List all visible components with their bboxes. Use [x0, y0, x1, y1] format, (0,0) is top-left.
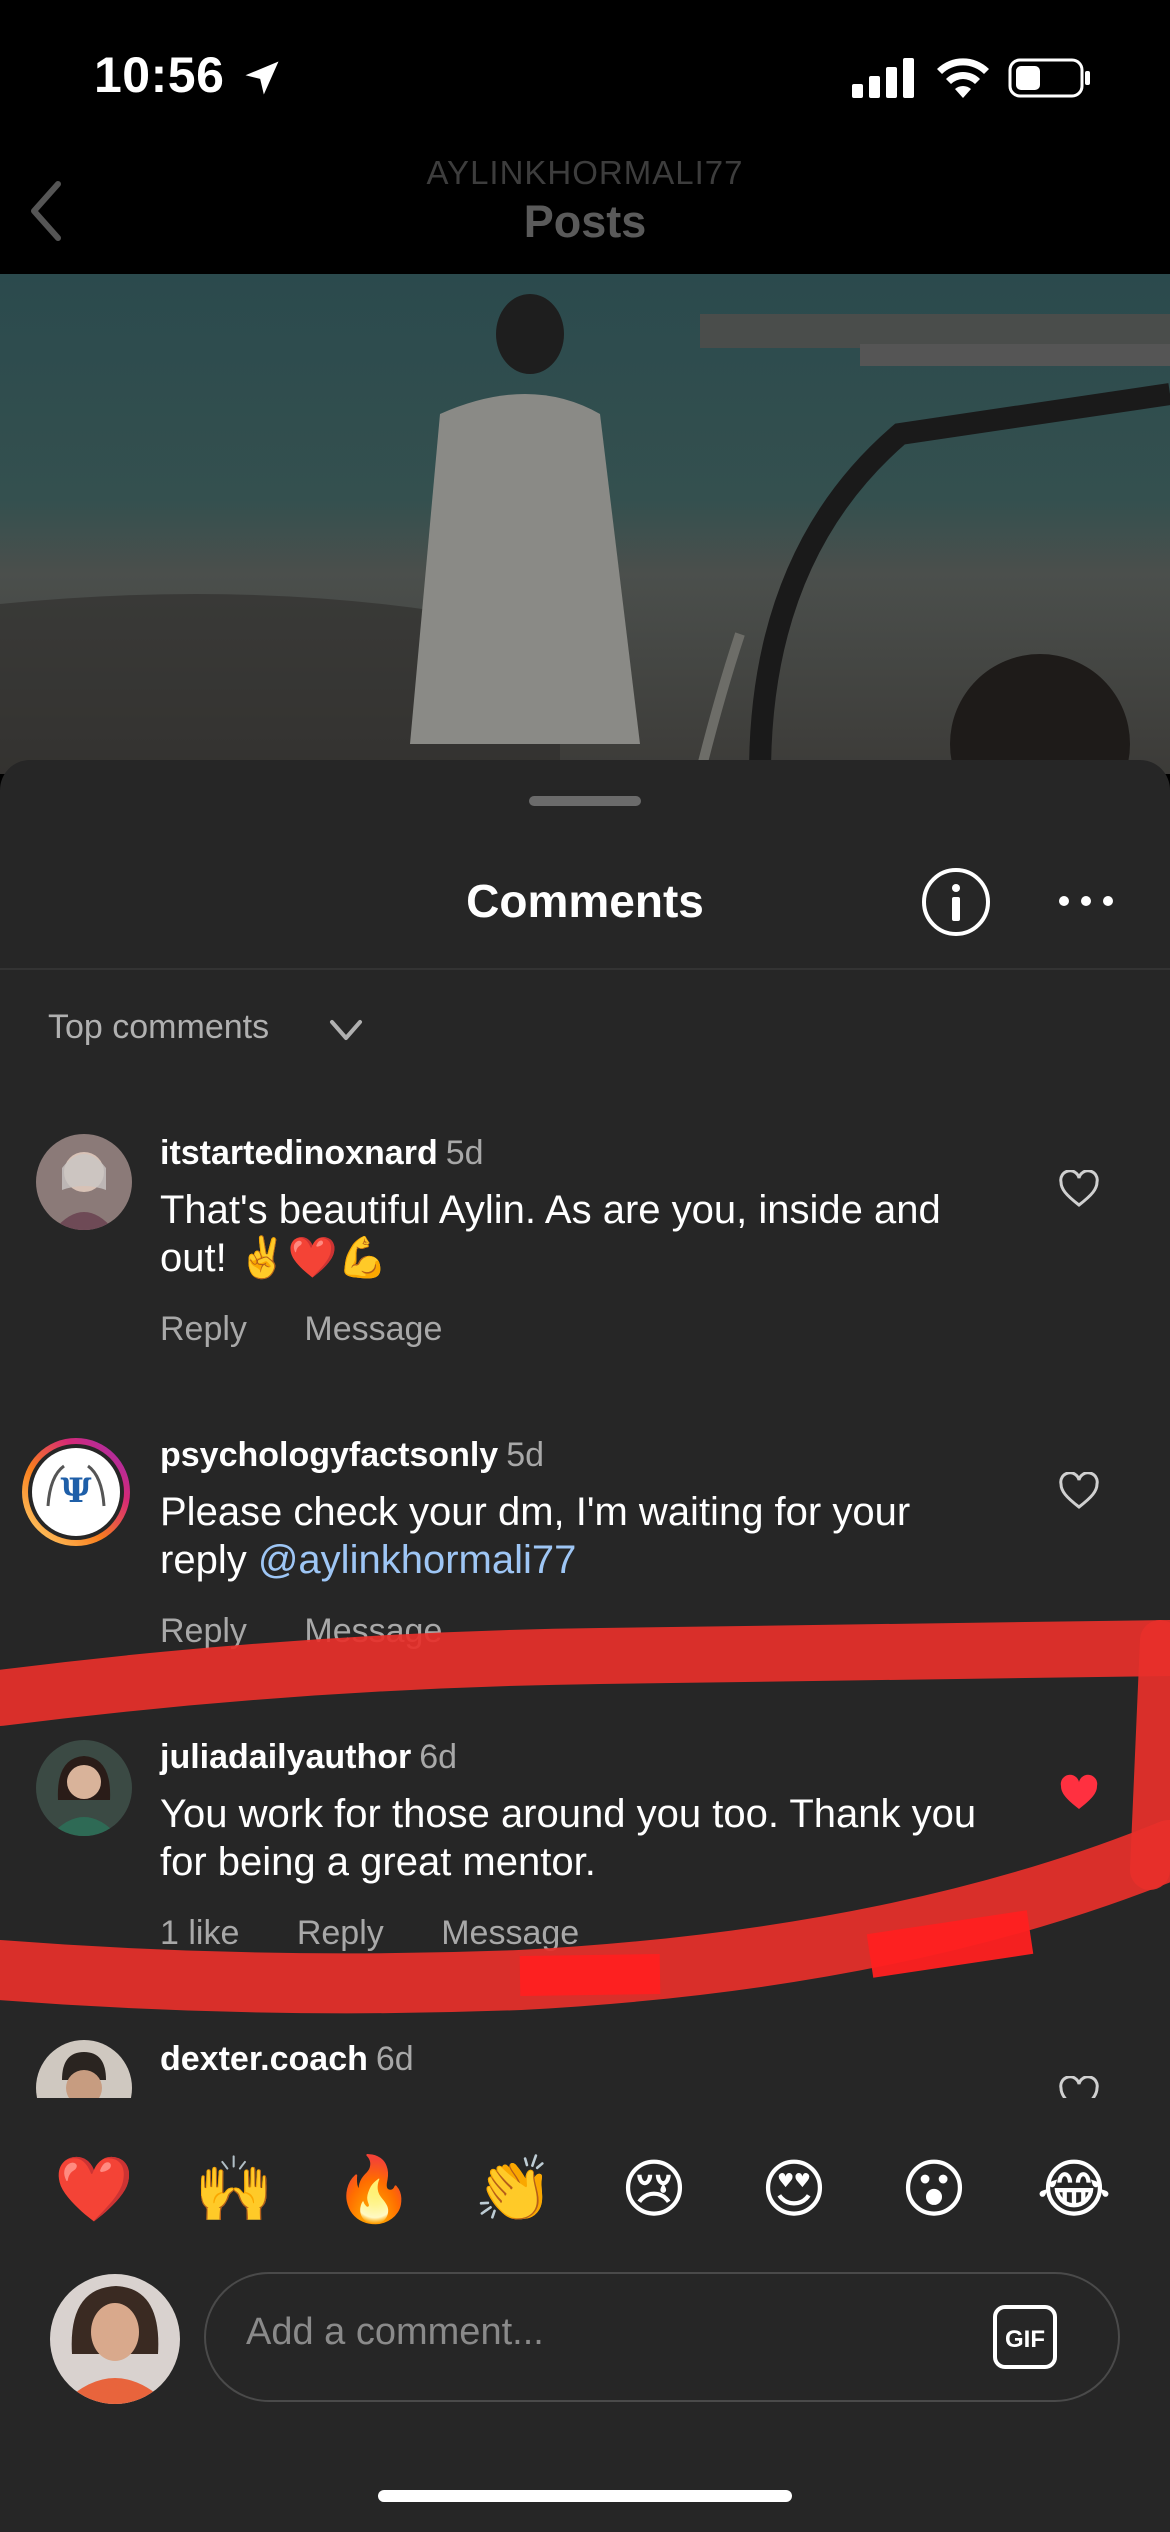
reaction-clap[interactable]: 👏 [474, 2150, 554, 2230]
comment-input[interactable] [244, 2310, 928, 2355]
comment-time: 6d [375, 2040, 414, 2078]
reaction-raised-hands[interactable]: 🙌 [194, 2150, 274, 2230]
avatar[interactable] [36, 2040, 132, 2098]
reaction-crying[interactable]: 😢 [614, 2150, 694, 2230]
reaction-laughing[interactable]: 😂 [1034, 2150, 1114, 2230]
gif-icon[interactable]: GIF [992, 2304, 1058, 2370]
comment-username[interactable]: dexter.coach 6d [160, 2040, 414, 2079]
quick-reactions-bar: ❤️ 🙌 🔥 👏 😢 😍 😮 😂 [0, 2150, 1170, 2230]
reaction-surprised[interactable]: 😮 [894, 2150, 974, 2230]
reaction-fire[interactable]: 🔥 [334, 2150, 414, 2230]
heart-icon[interactable] [1058, 2076, 1100, 2098]
svg-text:GIF: GIF [1005, 2326, 1045, 2353]
home-indicator[interactable] [378, 2490, 792, 2502]
current-user-avatar [50, 2274, 180, 2404]
comment-composer: GIF [204, 2272, 1120, 2402]
comment-item: dexter.coach 6d [0, 0, 1170, 2098]
reaction-heart-eyes[interactable]: 😍 [754, 2150, 834, 2230]
reaction-heart[interactable]: ❤️ [54, 2150, 134, 2230]
